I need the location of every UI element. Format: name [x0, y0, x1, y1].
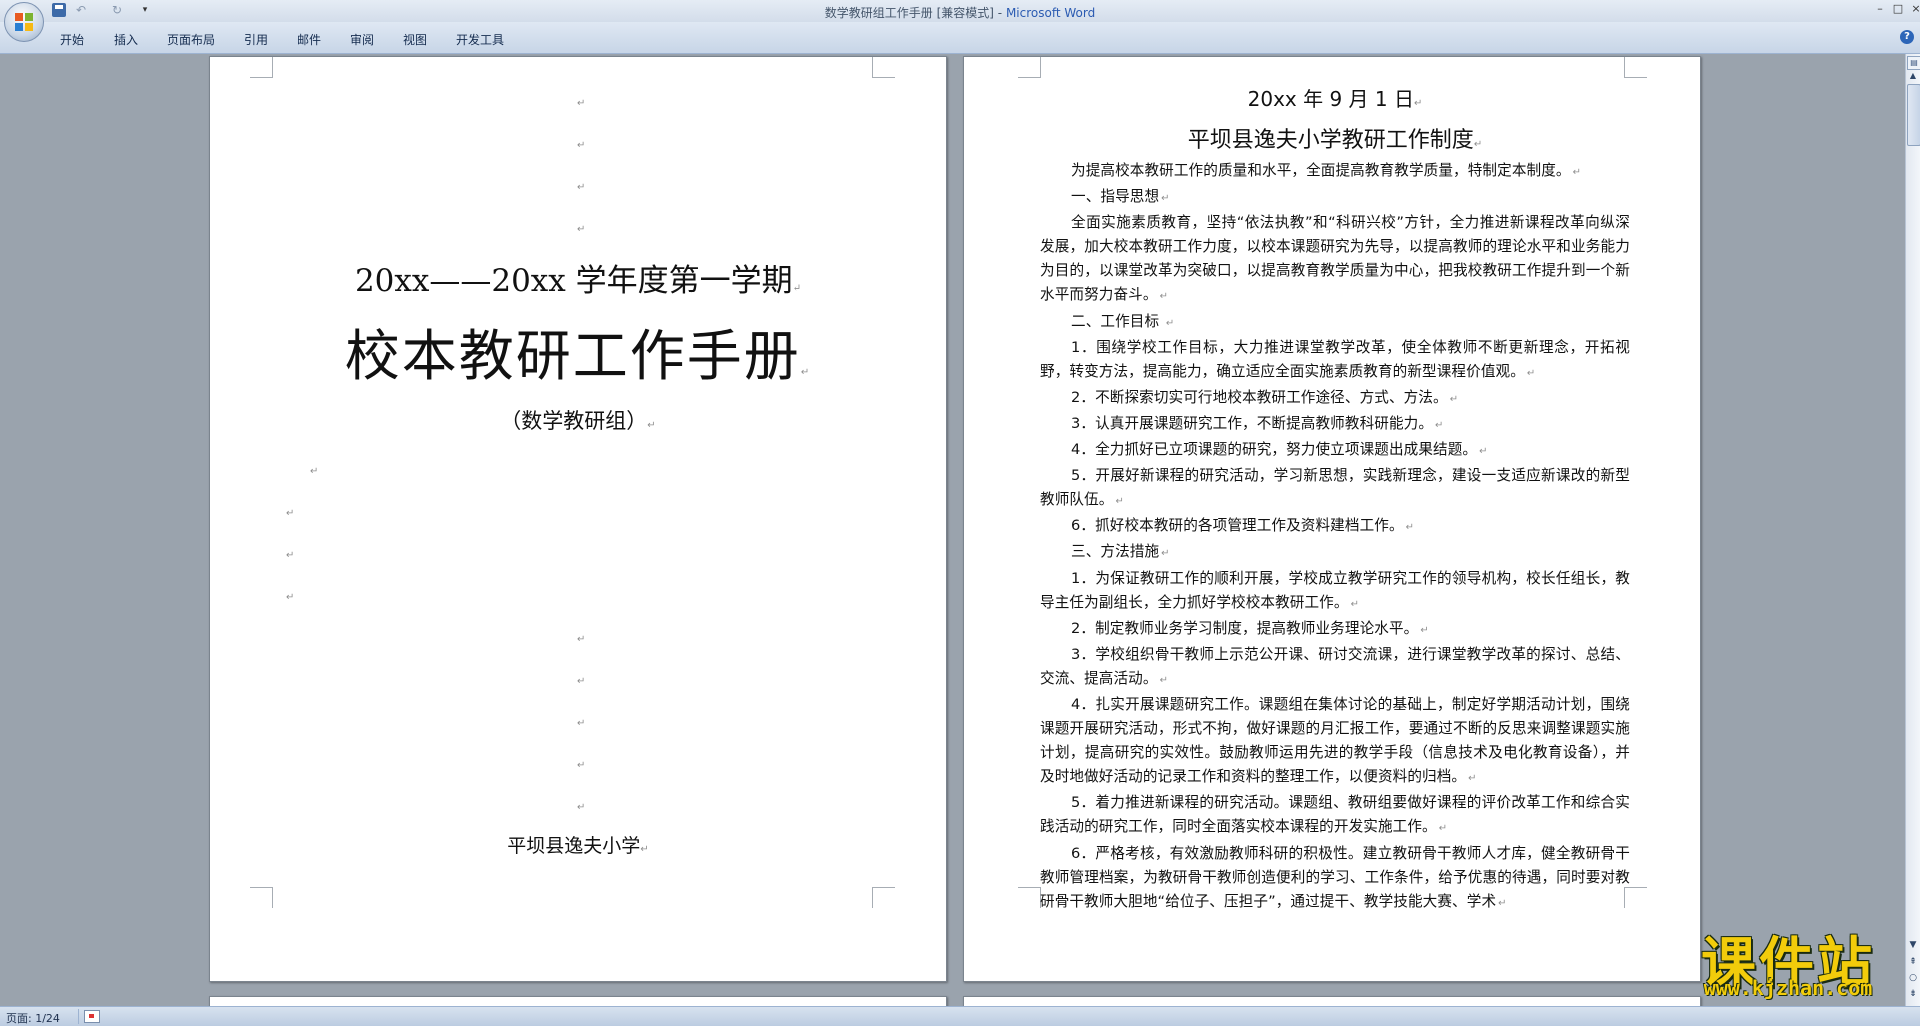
crop-mark	[1624, 57, 1647, 78]
body-paragraph: 5．开展好新课程的研究活动，学习新思想，实践新理念，建设一支适应新课改的新型教师…	[1040, 464, 1630, 514]
paragraph-mark: ↵	[577, 760, 586, 771]
document-date-text: 20xx 年 9 月 1 日	[1247, 87, 1414, 111]
body-paragraph: 2．不断探索切实可行地校本教研工作途径、方式、方法。	[1040, 386, 1630, 412]
view-ruler-icon[interactable]: ▤	[1907, 56, 1920, 70]
tab-view[interactable]: 视图	[403, 31, 427, 48]
help-icon[interactable]: ?	[1900, 30, 1914, 44]
paragraph-mark: ↵	[647, 420, 656, 431]
proofing-status-icon[interactable]	[84, 1010, 100, 1023]
body-paragraph: 3．认真开展课题研究工作，不断提高教师教科研能力。	[1040, 412, 1630, 438]
crop-mark	[872, 57, 895, 78]
watermark-url: www.kjzhan.com	[1703, 976, 1873, 1000]
paragraph-mark: ↵	[1473, 139, 1483, 150]
document-heading-text: 平坝县逸夫小学教研工作制度	[1187, 128, 1474, 153]
tab-page-layout[interactable]: 页面布局	[167, 31, 215, 48]
cover-title: 校本教研工作手册↵	[210, 311, 946, 391]
document-body[interactable]: 为提高校本教研工作的质量和水平，全面提高教育教学质量，特制定本制度。 一、指导思…	[1040, 159, 1630, 916]
tab-references[interactable]: 引用	[244, 31, 268, 48]
scroll-up-icon[interactable]: ▲	[1907, 70, 1919, 82]
crop-mark	[872, 887, 895, 908]
scroll-down-icon[interactable]: ▼	[1907, 939, 1919, 951]
ribbon-tabs: 开始 插入 页面布局 引用 邮件 审阅 视图 开发工具 ?	[0, 22, 1920, 54]
crop-mark	[1018, 887, 1041, 908]
tab-developer[interactable]: 开发工具	[456, 31, 504, 48]
tab-home[interactable]: 开始	[60, 31, 84, 48]
paragraph-mark: ↵	[577, 634, 586, 645]
tab-mailings[interactable]: 邮件	[297, 31, 321, 48]
paragraph-mark: ↵	[1413, 98, 1423, 109]
minimize-button[interactable]: –	[1870, 2, 1890, 16]
paragraph-mark: ↵	[577, 718, 586, 729]
page-next-right[interactable]	[963, 996, 1701, 1006]
status-bar: 页面: 1/24	[0, 1006, 1920, 1026]
title-separator: -	[993, 6, 1006, 20]
title-bar: ↶ ↻ ▾ 数学教研组工作手册 [兼容模式] - Microsoft Word …	[0, 0, 1920, 42]
body-paragraph: 3．学校组织骨干教师上示范公开课、研讨交流课，进行课堂教学改革的探讨、总结、交流…	[1040, 643, 1630, 693]
crop-mark	[250, 57, 273, 78]
status-divider	[78, 1009, 79, 1024]
cover-group: （数学教研组）↵	[210, 405, 946, 435]
paragraph-mark: ↵	[640, 844, 649, 855]
paragraph-mark: ↵	[800, 367, 812, 378]
browse-object-icon[interactable]: ○	[1907, 972, 1919, 984]
cover-group-text: （数学教研组）	[500, 409, 648, 433]
paragraph-mark: ↵	[577, 676, 586, 687]
paragraph-mark: ↵	[577, 182, 586, 193]
close-button[interactable]: ×	[1906, 2, 1920, 16]
cover-school: 平坝县逸夫小学↵	[210, 831, 946, 858]
page-next-left[interactable]	[209, 996, 947, 1006]
section-heading: 二、工作目标	[1040, 310, 1630, 336]
paragraph-mark: ↵	[577, 802, 586, 813]
office-button[interactable]	[4, 2, 44, 42]
app-name: Microsoft Word	[1005, 6, 1096, 20]
paragraph-mark: ↵	[577, 140, 586, 151]
section-heading: 一、指导思想	[1040, 185, 1630, 211]
scroll-thumb[interactable]	[1907, 84, 1920, 146]
body-paragraph: 1．围绕学校工作目标，大力推进课堂教学改革，使全体教师不断更新理念，开拓视野，转…	[1040, 336, 1630, 386]
window-title: 数学教研组工作手册 [兼容模式] - Microsoft Word	[0, 4, 1920, 21]
body-paragraph: 2．制定教师业务学习制度，提高教师业务理论水平。	[1040, 617, 1630, 643]
crop-mark	[1018, 57, 1041, 78]
document-date: 20xx 年 9 月 1 日↵	[1040, 83, 1630, 112]
paragraph-mark: ↵	[286, 550, 295, 561]
body-paragraph: 为提高校本教研工作的质量和水平，全面提高教育教学质量，特制定本制度。	[1040, 159, 1630, 185]
paragraph-mark: ↵	[577, 98, 586, 109]
crop-mark	[250, 887, 273, 908]
maximize-button[interactable]: □	[1888, 2, 1908, 16]
body-paragraph: 6．严格考核，有效激励教师科研的积极性。建立教研骨干教师人才库，健全教研骨干教师…	[1040, 842, 1630, 916]
body-paragraph: 1．为保证教研工作的顺利开展，学校成立教学研究工作的领导机构，校长任组长，教导主…	[1040, 567, 1630, 617]
cover-title-text: 校本教研工作手册	[344, 324, 801, 388]
page-cover[interactable]: ↵ ↵ ↵ ↵ 20xx——20xx 学年度第一学期↵ 校本教研工作手册↵ （数…	[209, 56, 947, 982]
previous-page-icon[interactable]: ⇞	[1907, 956, 1919, 968]
paragraph-mark: ↵	[286, 508, 295, 519]
vertical-scrollbar[interactable]: ▤ ▲ ▼ ⇞ ○ ⇟	[1905, 54, 1920, 1006]
document-heading: 平坝县逸夫小学教研工作制度↵	[1040, 122, 1630, 154]
body-paragraph: 全面实施素质教育，坚持“依法执教”和“科研兴校”方针，全力推进新课程改革向纵深发…	[1040, 211, 1630, 309]
cover-school-text: 平坝县逸夫小学	[507, 835, 641, 857]
section-heading: 三、方法措施	[1040, 540, 1630, 566]
body-paragraph: 6．抓好校本教研的各项管理工作及资料建档工作。	[1040, 514, 1630, 540]
paragraph-mark: ↵	[310, 466, 319, 477]
paragraph-mark: ↵	[792, 283, 802, 294]
document-area[interactable]: ↵ ↵ ↵ ↵ 20xx——20xx 学年度第一学期↵ 校本教研工作手册↵ （数…	[0, 54, 1905, 1006]
body-paragraph: 5．着力推进新课程的研究活动。课题组、教研组要做好课程的评价改革工作和综合实践活…	[1040, 791, 1630, 841]
cover-year-text: 20xx——20xx 学年度第一学期	[354, 263, 793, 299]
next-page-icon[interactable]: ⇟	[1907, 988, 1919, 1000]
cover-academic-year: 20xx——20xx 学年度第一学期↵	[210, 255, 946, 300]
body-paragraph: 4．扎实开展课题研究工作。课题组在集体讨论的基础上，制定好学期活动计划，围绕课题…	[1040, 693, 1630, 791]
paragraph-mark: ↵	[577, 224, 586, 235]
page-content[interactable]: 20xx 年 9 月 1 日↵ 平坝县逸夫小学教研工作制度↵ 为提高校本教研工作…	[963, 56, 1701, 982]
page-count-status[interactable]: 页面: 1/24	[6, 1010, 60, 1026]
tab-review[interactable]: 审阅	[350, 31, 374, 48]
body-paragraph: 4．全力抓好已立项课题的研究，努力使立项课题出成果结题。	[1040, 438, 1630, 464]
document-name: 数学教研组工作手册 [兼容模式]	[824, 6, 994, 20]
paragraph-mark: ↵	[286, 592, 295, 603]
office-logo-icon	[15, 13, 33, 31]
tab-insert[interactable]: 插入	[114, 31, 138, 48]
